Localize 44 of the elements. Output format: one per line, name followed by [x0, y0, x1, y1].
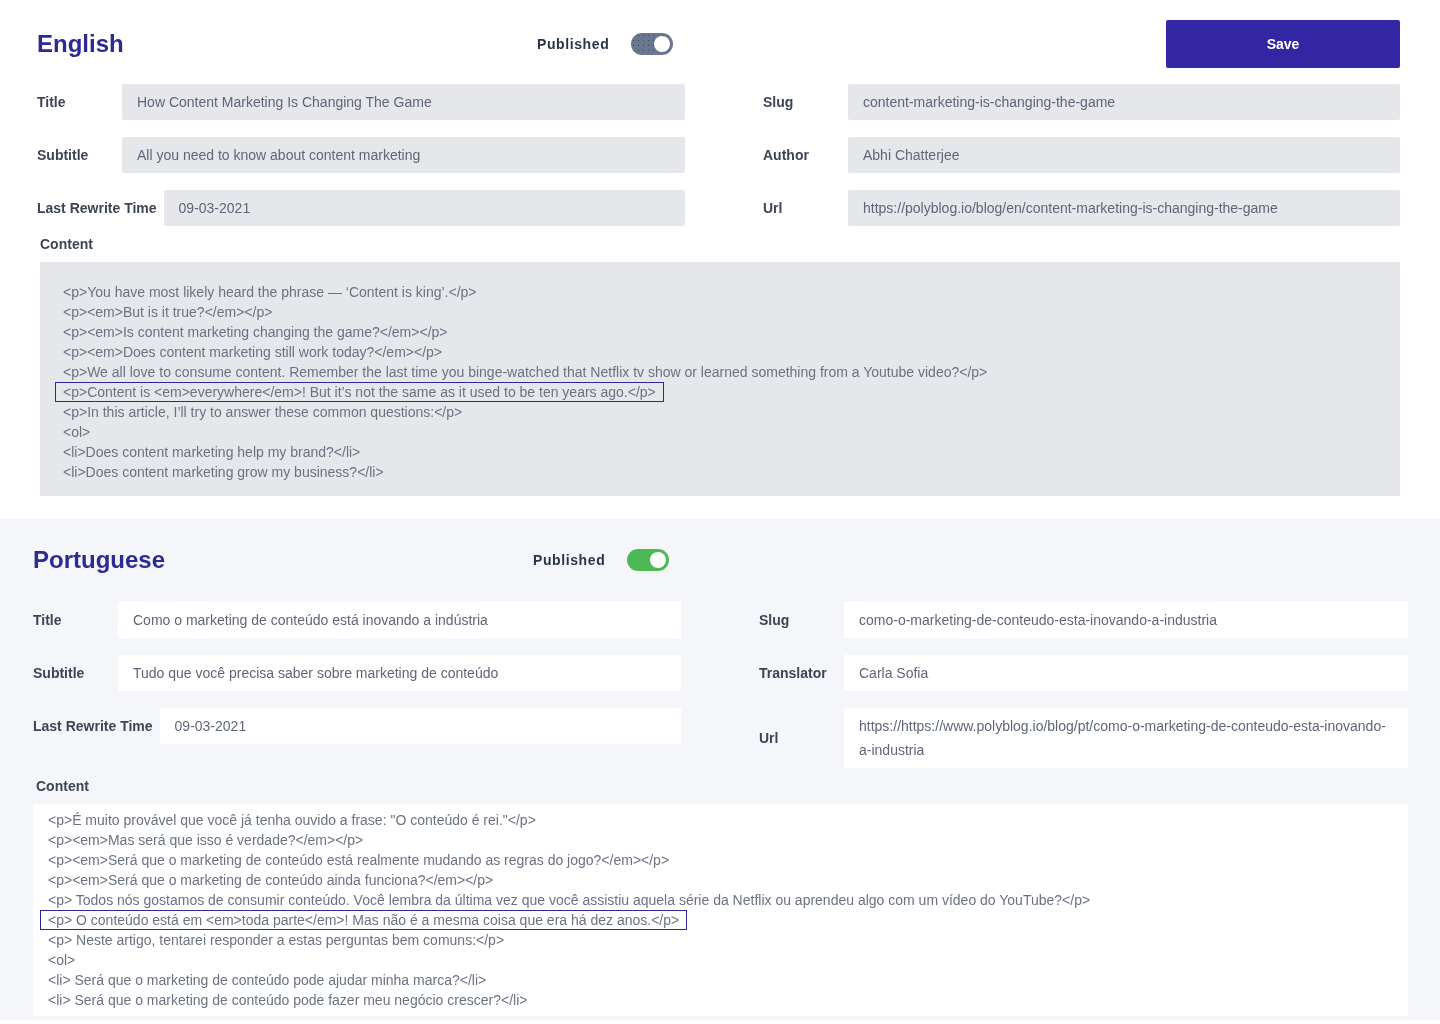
highlighted-line: <p>Content is <em>everywhere</em>! But it’s not the same as it used to be ten years ago.</p>	[55, 382, 664, 402]
code-line: <ol>	[62, 423, 92, 442]
field-label: Subtitle	[36, 147, 90, 163]
code-line: <p><em>Mas será que isso é verdade?</em></p>	[47, 831, 365, 850]
field-label: Url	[758, 730, 780, 746]
code-line: <p><em>Será que o marketing de conteúdo está realmente mudando as regras do jogo?</em></p>	[47, 851, 671, 870]
content-label: Content	[36, 778, 90, 794]
field-label: Subtitle	[32, 665, 86, 681]
field-label: Title	[36, 94, 67, 110]
code-line: <p>You have most likely heard the phrase — ‘Content is king’.</p>	[62, 283, 478, 302]
field-label: Url	[762, 200, 784, 216]
input-field[interactable]: Tudo que você precisa saber sobre marketing de conteúdo	[118, 655, 681, 691]
published-label: Published	[537, 36, 610, 52]
code-line: <p>In this article, I’ll try to answer these common questions:</p>	[62, 403, 464, 422]
code-line: <p><em>Does content marketing still work today?</em></p>	[62, 343, 443, 362]
code-line: <p><em>But is it true?</em></p>	[62, 303, 274, 322]
code-line: <p>É muito provável que você já tenha ouvido a frase: "O conteúdo é rei."</p>	[47, 811, 537, 830]
code-line: <li>Does content marketing help my brand?</li>	[62, 443, 362, 462]
code-line: <p><em>Será que o marketing de conteúdo ainda funciona?</em></p>	[47, 871, 495, 890]
code-line: <p><em>Is content marketing changing the game?</em></p>	[62, 323, 449, 342]
field-label: Author	[762, 147, 810, 163]
language-heading: English	[37, 30, 125, 58]
code-line: <p>We all love to consume content. Remember the last time you binge-watched that Netflix tv show or learned something from a Youtube video?</p>	[62, 363, 989, 382]
input-field[interactable]: https://https://www.polyblog.io/blog/pt/como-o-marketing-de-conteudo-esta-inovando-a-industria	[844, 708, 1408, 768]
content-label: Content	[40, 236, 94, 252]
field-label: Slug	[758, 612, 791, 628]
field-label: Title	[32, 612, 63, 628]
code-line: <p> Todos nós gostamos de consumir conteúdo. Você lembra da última vez que você assistiu aquela série da Netflix ou aprendeu algo com um vídeo do YouTube?</p>	[47, 891, 1092, 910]
field-label: Last Rewrite Time	[36, 200, 157, 216]
input-field[interactable]: como-o-marketing-de-conteudo-esta-inovando-a-industria	[844, 602, 1408, 638]
input-field[interactable]: Como o marketing de conteúdo está inovando a indústria	[118, 602, 681, 638]
code-line: <p> Neste artigo, tentarei responder a estas perguntas bem comuns:</p>	[47, 931, 506, 950]
input-field[interactable]: 09-03-2021	[159, 708, 681, 744]
code-line: <ol>	[47, 951, 77, 970]
language-heading: Portuguese	[33, 546, 167, 574]
field-label: Translator	[758, 665, 828, 681]
code-line: <li> Será que o marketing de conteúdo pode fazer meu negócio crescer?</li>	[47, 991, 529, 1010]
code-line: <li> Será que o marketing de conteúdo pode ajudar minha marca?</li>	[47, 971, 488, 990]
field-label: Last Rewrite Time	[32, 718, 153, 734]
highlighted-line: <p> O conteúdo está em <em>toda parte</em>! Mas não é a mesma coisa que era há dez anos.</p>	[40, 910, 688, 930]
published-label: Published	[533, 552, 606, 568]
field-label: Slug	[762, 94, 795, 110]
code-line: <li>Does content marketing grow my business?</li>	[62, 463, 385, 482]
input-field[interactable]: Carla Sofia	[844, 655, 1408, 691]
